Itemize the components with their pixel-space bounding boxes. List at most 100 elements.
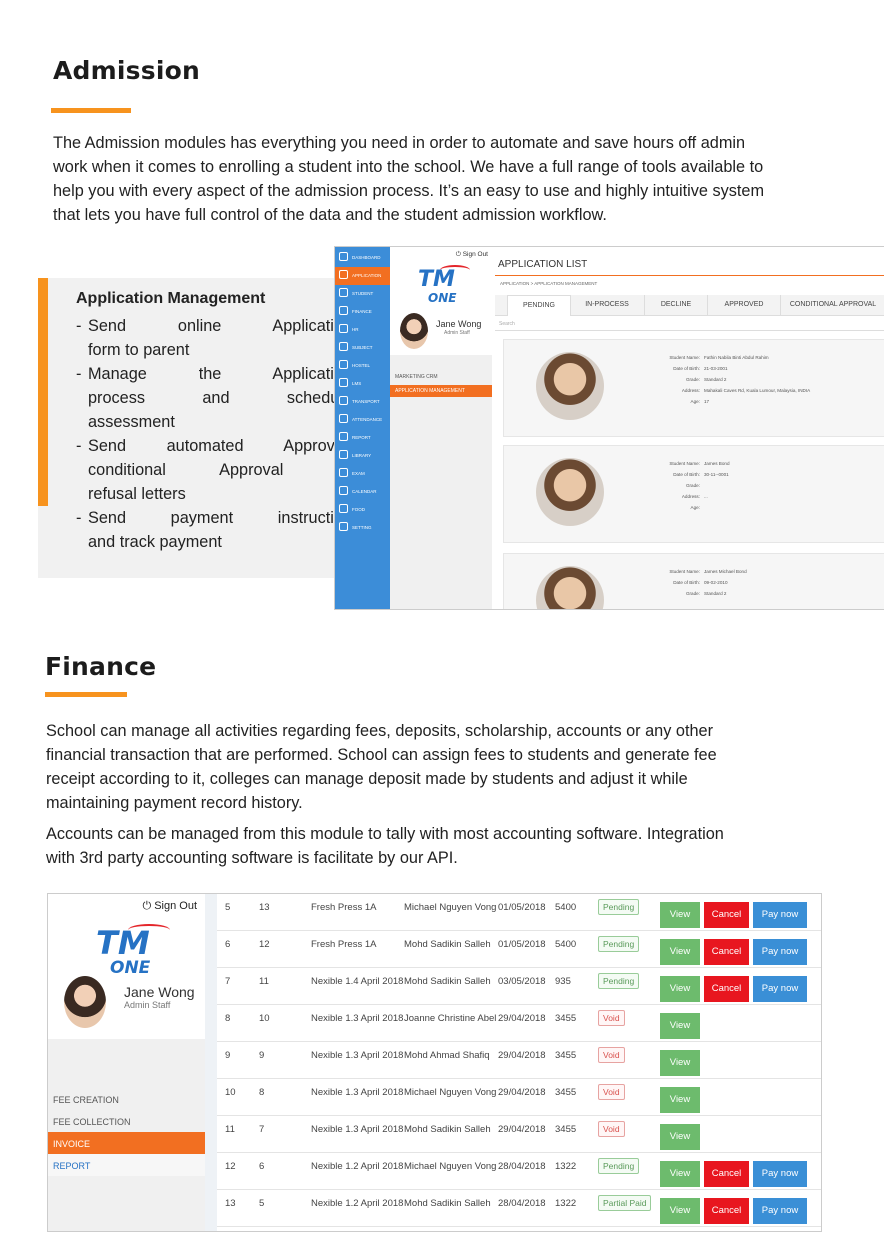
- cancel-button[interactable]: Cancel: [704, 1161, 749, 1187]
- tab-conditional-approval[interactable]: CONDITIONAL APPROVAL: [781, 295, 884, 315]
- row-student: Mohd Sadikin Salleh: [404, 939, 491, 950]
- pay-now-button[interactable]: Pay now: [753, 1161, 807, 1187]
- student-photo: [536, 458, 604, 526]
- sidebar-item-calendar[interactable]: CALENDAR: [335, 483, 390, 501]
- view-button[interactable]: View: [660, 1013, 700, 1039]
- sidebar-item-hr[interactable]: HR: [335, 321, 390, 339]
- tab-approved[interactable]: APPROVED: [708, 295, 781, 315]
- cancel-button[interactable]: Cancel: [704, 939, 749, 965]
- row-number: 5: [225, 902, 231, 913]
- sidebar-item-transport[interactable]: TRANSPORT: [335, 393, 390, 411]
- sidebar: DASHBOARD APPLICATION STUDENT FINANCE HR…: [335, 247, 390, 609]
- search-input[interactable]: Search: [499, 321, 515, 327]
- tab-in-process[interactable]: IN-PROCESS: [570, 295, 645, 315]
- tab-decline[interactable]: DECLINE: [645, 295, 708, 315]
- student-card[interactable]: Student Name: James Bond Date of Birth: 30…: [503, 445, 884, 543]
- food-icon: [339, 504, 348, 513]
- row-date: 03/05/2018: [498, 976, 546, 987]
- student-info: Student Name: James Bond Date of Birth: 30…: [669, 461, 730, 510]
- row-id: 5: [259, 1198, 265, 1209]
- cancel-button[interactable]: Cancel: [704, 976, 749, 1002]
- list-item: refusal letters: [88, 485, 186, 503]
- sidebar-item-food[interactable]: FOOD: [335, 501, 390, 519]
- view-button[interactable]: View: [660, 1161, 700, 1187]
- panel-edge: [205, 894, 217, 1231]
- sidebar-item-attendance[interactable]: ATTENDANCE: [335, 411, 390, 429]
- status-badge: Void: [598, 1121, 625, 1137]
- report-icon: [339, 432, 348, 441]
- tab-pending[interactable]: PENDING: [507, 295, 571, 316]
- sidebar-item-student[interactable]: STUDENT: [335, 285, 390, 303]
- list-item: and track payment: [88, 533, 222, 551]
- view-button[interactable]: View: [660, 1124, 700, 1150]
- sidebar-item-finance[interactable]: FINANCE: [335, 303, 390, 321]
- sign-out-button[interactable]: ⏻ Sign Out: [142, 900, 197, 913]
- finance-line: financial transaction that are performed…: [46, 746, 717, 764]
- hr-icon: [339, 324, 348, 333]
- sidebar-item-report[interactable]: REPORT: [335, 429, 390, 447]
- logo-subtext: ONE: [110, 958, 151, 978]
- list-item: process and schedule: [88, 389, 352, 407]
- view-button[interactable]: View: [660, 939, 700, 965]
- menu-item-invoice[interactable]: INVOICE: [48, 1132, 205, 1154]
- row-amount: 3455: [555, 1124, 577, 1135]
- admission-line: work when it comes to enrolling a studen…: [53, 158, 764, 176]
- sidebar-item-library[interactable]: LIBRARY: [335, 447, 390, 465]
- sidebar-item-subject[interactable]: SUBJECT: [335, 339, 390, 357]
- pay-now-button[interactable]: Pay now: [753, 1198, 807, 1224]
- table-row: 144Nexible 1.1 April 2018Joanne Christin…: [217, 1227, 821, 1231]
- cancel-button[interactable]: Cancel: [704, 1198, 749, 1224]
- menu-item-application-management[interactable]: APPLICATION MANAGEMENT: [390, 385, 492, 397]
- row-student: Mohd Ahmad Shafiq: [404, 1050, 490, 1061]
- view-button[interactable]: View: [660, 1198, 700, 1224]
- sidebar-item-setting[interactable]: SETTING: [335, 519, 390, 537]
- student-card[interactable]: Student Name: James Michael Bond Date of …: [503, 553, 884, 609]
- menu-item-fee-creation[interactable]: FEE CREATION: [48, 1088, 205, 1110]
- dashboard-icon: [339, 252, 348, 261]
- menu-item-fee-collection[interactable]: FEE COLLECTION: [48, 1110, 205, 1132]
- menu-item-marketing-crm[interactable]: MARKETING CRM: [390, 371, 492, 383]
- hostel-icon: [339, 360, 348, 369]
- view-button[interactable]: View: [660, 976, 700, 1002]
- sidebar-item-dashboard[interactable]: DASHBOARD: [335, 249, 390, 267]
- row-item: Fresh Press 1A: [311, 902, 377, 913]
- row-amount: 5400: [555, 939, 577, 950]
- row-id: 7: [259, 1124, 265, 1135]
- pay-now-button[interactable]: Pay now: [753, 939, 807, 965]
- admission-line: that lets you have full control of the d…: [53, 206, 607, 224]
- status-badge: Void: [598, 1084, 625, 1100]
- row-item: Nexible 1.3 April 2018: [311, 1087, 404, 1098]
- application-management-title: Application Management: [76, 290, 266, 307]
- row-item: Nexible 1.2 April 2018: [311, 1198, 404, 1209]
- sign-out-button[interactable]: ⏻ Sign Out: [456, 251, 488, 259]
- row-item: Fresh Press 1A: [311, 939, 377, 950]
- application-list-screenshot: DASHBOARD APPLICATION STUDENT FINANCE HR…: [334, 246, 884, 610]
- view-button[interactable]: View: [660, 902, 700, 928]
- user-panel-header: ⏻ Sign Out TM ONE Jane Wong Admin Staff: [48, 894, 205, 1039]
- row-number: 11: [225, 1124, 235, 1135]
- user-panel-header: ⏻ Sign Out TM ONE Jane Wong Admin Staff: [390, 247, 492, 355]
- search-underline: [495, 330, 884, 331]
- row-amount: 1322: [555, 1161, 577, 1172]
- view-button[interactable]: View: [660, 1050, 700, 1076]
- pay-now-button[interactable]: Pay now: [753, 902, 807, 928]
- sidebar-item-application[interactable]: APPLICATION: [335, 267, 390, 285]
- row-item: Nexible 1.3 April 2018: [311, 1013, 404, 1024]
- view-button[interactable]: View: [660, 1087, 700, 1113]
- student-card[interactable]: Student Name: Fathin Nabila Binti Abdul R…: [503, 339, 884, 437]
- table-row: 5 13 Fresh Press 1A Michael Nguyen Vong 01/0…: [217, 894, 821, 931]
- sidebar-item-hostel[interactable]: HOSTEL: [335, 357, 390, 375]
- row-student: Michael Nguyen Vong: [404, 1161, 497, 1172]
- admission-line: help you with every aspect of the admiss…: [53, 182, 765, 200]
- row-id: 10: [259, 1013, 270, 1024]
- row-date: 29/04/2018: [498, 1013, 546, 1024]
- sidebar-item-exam[interactable]: EXAM: [335, 465, 390, 483]
- row-id: 13: [259, 902, 270, 913]
- table-row: 8 10 Nexible 1.3 April 2018 Joanne Christin…: [217, 1005, 821, 1042]
- pay-now-button[interactable]: Pay now: [753, 976, 807, 1002]
- menu-item-report[interactable]: REPORT: [48, 1154, 205, 1176]
- cancel-button[interactable]: Cancel: [704, 902, 749, 928]
- sidebar-item-lms[interactable]: LMS: [335, 375, 390, 393]
- setting-icon: [339, 522, 348, 531]
- table-row: 10 8 Nexible 1.3 April 2018 Michael Nguyen …: [217, 1079, 821, 1116]
